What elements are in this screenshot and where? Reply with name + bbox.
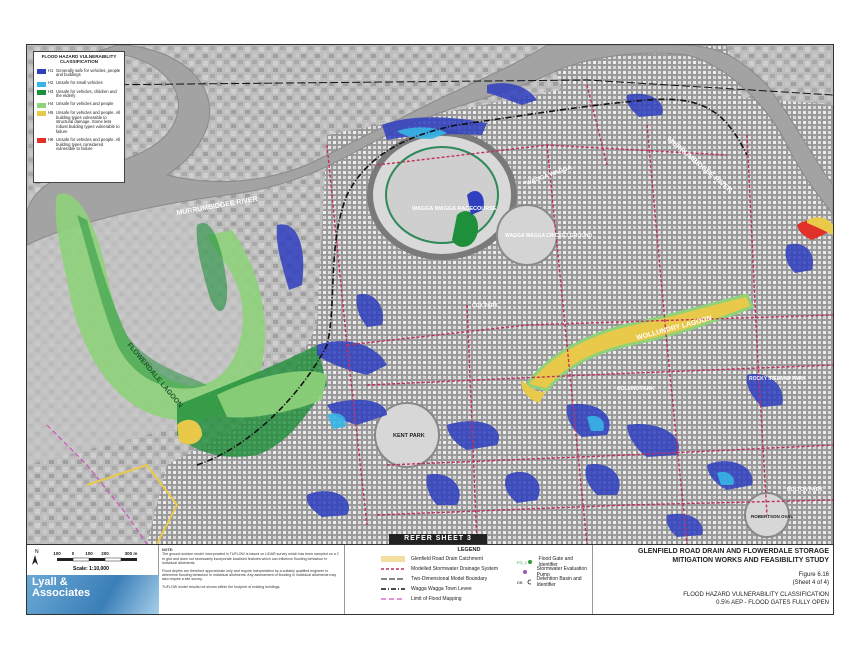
hazard-swatch xyxy=(37,111,46,117)
refer-sheet-label: REFER SHEET 3 xyxy=(389,534,487,544)
note-paragraph-3: TUFLOW model results not shown within th… xyxy=(162,584,281,589)
pump-icon xyxy=(523,570,527,574)
label-racecourse: WAGGA WAGGA RACECOURSE xyxy=(412,206,497,212)
hazard-code: H4 xyxy=(48,101,54,107)
legend-item-catchment: Glenfield Road Drain Catchment xyxy=(381,556,483,562)
flood-limit-line-icon xyxy=(381,598,405,600)
hazard-description: Unsafe for vehicles and people xyxy=(56,101,114,107)
label-cox-park: COX PARK xyxy=(472,303,498,309)
hazard-code: H2 xyxy=(48,80,54,86)
label-bolton-park: BOLTON PARK xyxy=(787,487,823,493)
hazard-code: H6 xyxy=(48,136,54,142)
hazard-class-h4: H4 Unsafe for vehicles and people xyxy=(37,101,121,108)
scale-bar: N 100 0 100 200 300 m Scale: 1:10,000 xyxy=(32,549,138,572)
hazard-class-h6: H6 Unsafe for vehicles and people. All bu… xyxy=(37,136,121,152)
detention-basin-icon: DB xyxy=(517,579,531,585)
stormwater-line-icon xyxy=(381,568,405,570)
label-collins-park: COLLINS PARK xyxy=(617,386,655,392)
note-paragraph-1: The ground surface model incorporated in… xyxy=(162,552,339,566)
hazard-description: Unsafe for vehicles and people. All buil… xyxy=(56,136,121,152)
note-cell: NOTE: The ground surface model incorpora… xyxy=(159,545,345,614)
levee-line-icon xyxy=(381,588,405,590)
label-robertson-oval: ROBERTSON OVAL xyxy=(751,514,793,519)
scale-text: Scale: 1:10,000 xyxy=(73,566,109,572)
legend-title: LEGEND xyxy=(457,547,481,553)
hazard-description: Unsafe for vehicles and people. All buil… xyxy=(56,109,121,134)
legend-item-stormwater: Modelled Stormwater Drainage System xyxy=(381,566,498,572)
boundary-line-icon xyxy=(381,578,405,580)
hazard-class-h2: H2 Unsafe for small vehicles xyxy=(37,80,121,87)
hazard-swatch xyxy=(37,102,46,108)
figure-number: Figure 6.16 xyxy=(798,572,829,578)
scale-tick-2: 100 xyxy=(85,551,93,556)
svg-text:FG_1: FG_1 xyxy=(517,560,528,565)
map-sheet: MURRUMBIDGEE RIVER MURRUMBIDGEE RIVER FL… xyxy=(26,44,834,615)
logo-line2: Associates xyxy=(32,587,91,599)
title-line-2: MITIGATION WORKS AND FEASIBILITY STUDY xyxy=(672,557,829,564)
hazard-description: Unsafe for small vehicles xyxy=(56,80,103,86)
scale-tick-4: 300 m xyxy=(125,551,138,556)
hazard-swatch xyxy=(37,138,46,144)
north-arrow-label: N xyxy=(35,549,39,555)
caption-line-2: 0.5% AEP - FLOOD GATES FULLY OPEN xyxy=(716,600,829,606)
hazard-code: H1 xyxy=(48,67,54,73)
label-rocky-ireland-park: ROCKY IRELAND PARK xyxy=(749,376,806,382)
label-kent-park: KENT PARK xyxy=(393,433,425,439)
svg-text:DB: DB xyxy=(517,580,523,585)
catchment-swatch-icon xyxy=(381,556,405,562)
legend-cell: LEGEND Glenfield Road Drain Catchment Mo… xyxy=(345,545,593,614)
hazard-class-h1: H1 Generally safe for vehicles, people an… xyxy=(37,67,121,79)
hazard-legend: FLOOD HAZARD VULNERABILITY CLASSIFICATIO… xyxy=(33,51,125,183)
legend-item-flood-limit: Limit of Flood Mapping xyxy=(381,596,462,602)
flood-gate-icon: FG_1 xyxy=(517,560,532,565)
title-cell: GLENFIELD ROAD DRAIN AND FLOWERDALE STOR… xyxy=(593,545,833,614)
legend-item-model-boundary: Two-Dimensional Model Boundary xyxy=(381,576,487,582)
title-line-1: GLENFIELD ROAD DRAIN AND FLOWERDALE STOR… xyxy=(638,548,829,555)
caption-line-1: FLOOD HAZARD VULNERABILITY CLASSIFICATIO… xyxy=(683,592,829,598)
flood-map: MURRUMBIDGEE RIVER MURRUMBIDGEE RIVER FL… xyxy=(27,45,833,544)
legend-item-levee: Wagga Wagga Town Levee xyxy=(381,586,472,592)
scale-tick-0: 100 xyxy=(53,551,61,556)
north-arrow-icon xyxy=(32,555,38,565)
company-logo: Lyall & Associates xyxy=(27,575,159,614)
hazard-description: Unsafe for vehicles, children and the el… xyxy=(56,88,117,99)
hazard-description: Generally safe for vehicles, people and … xyxy=(56,67,121,78)
legend-item-detention-basin: DB Detention Basin and Identifier xyxy=(517,576,582,588)
hazard-class-h5: H5 Unsafe for vehicles and people. All bu… xyxy=(37,109,121,135)
hazard-legend-title: FLOOD HAZARD VULNERABILITY CLASSIFICATIO… xyxy=(41,54,117,64)
hazard-swatch xyxy=(37,81,46,87)
note-paragraph-2: Flood depths are therefore approximate o… xyxy=(162,568,337,582)
scale-cell: N 100 0 100 200 300 m Scale: 1:10,000 Ly… xyxy=(27,545,159,614)
hazard-class-h3: H3 Unsafe for vehicles, children and the … xyxy=(37,88,121,100)
hazard-swatch xyxy=(37,90,46,96)
scale-tick-3: 200 xyxy=(101,551,109,556)
hazard-code: H5 xyxy=(48,109,54,115)
sheet-number: (Sheet 4 of 4) xyxy=(792,580,829,586)
title-block-band: N 100 0 100 200 300 m Scale: 1:10,000 Ly… xyxy=(27,544,833,614)
hazard-swatch xyxy=(37,69,46,75)
scale-tick-1: 0 xyxy=(72,551,75,556)
hazard-code: H3 xyxy=(48,88,54,94)
label-cricket-ground: WAGGA WAGGA CRICKET GROUND xyxy=(505,233,593,239)
